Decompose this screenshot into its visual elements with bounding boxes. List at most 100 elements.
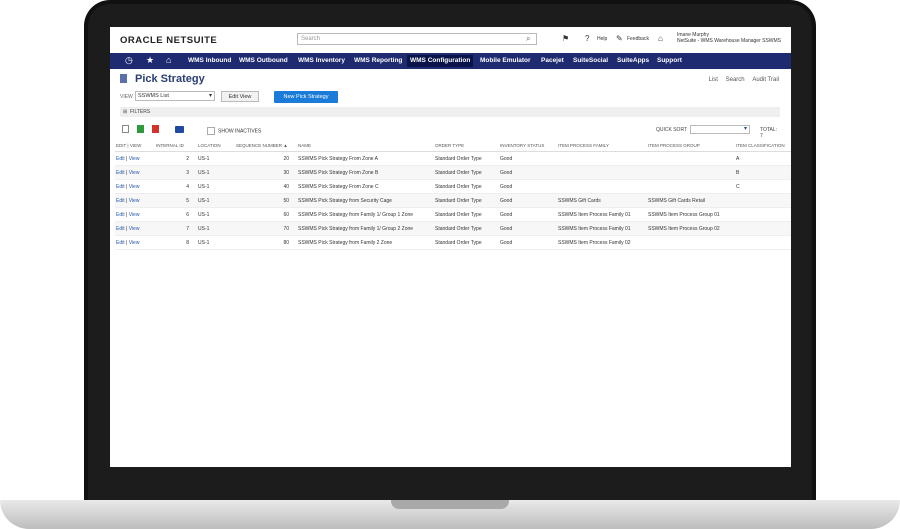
edit-view-cell: Edit | View: [115, 151, 155, 166]
view-link[interactable]: View: [129, 170, 140, 176]
nav-support[interactable]: Support: [657, 57, 682, 64]
recent-records-icon[interactable]: ⚑: [562, 34, 569, 43]
export-pdf-icon[interactable]: [152, 125, 159, 133]
checkbox-box: [207, 127, 215, 135]
item-process-group-cell: [647, 235, 735, 250]
edit-link[interactable]: Edit: [116, 198, 125, 204]
col-internal-id[interactable]: INTERNAL ID: [155, 139, 197, 152]
item-process-group-cell: SSWMS Item Process Group 01: [647, 207, 735, 222]
recent-icon[interactable]: ◷: [125, 55, 133, 66]
nav-mobile-emulator[interactable]: Mobile Emulator: [480, 57, 531, 64]
page-title: Pick Strategy: [135, 73, 205, 85]
list-toolbar: SHOW INACTIVES QUICK SORT ▾ TOTAL: 7: [120, 124, 780, 139]
item-process-family-cell: SSWMS Gift Cards: [557, 193, 647, 208]
nav-wms-configuration[interactable]: WMS Configuration: [407, 55, 474, 67]
col-location[interactable]: LOCATION: [197, 139, 235, 152]
sequence-number-cell: 30: [235, 165, 297, 180]
home-icon[interactable]: ⌂: [166, 55, 171, 65]
col-order-type[interactable]: ORDER TYPE: [434, 139, 499, 152]
edit-link[interactable]: Edit: [116, 156, 125, 162]
table-header-row: EDIT | VIEW INTERNAL ID LOCATION SEQUENC…: [115, 139, 791, 152]
name-cell: SSWMS Pick Strategy from Family 1/ Group…: [297, 221, 434, 236]
col-inventory-status[interactable]: INVENTORY STATUS: [499, 139, 557, 152]
col-sequence-number[interactable]: SEQUENCE NUMBER ▲: [235, 139, 297, 152]
help-link[interactable]: Help: [597, 36, 607, 42]
feedback-link[interactable]: Feedback: [627, 36, 649, 42]
name-cell: SSWMS Pick Strategy from Family 2 Zone: [297, 235, 434, 250]
favorites-star-icon[interactable]: ★: [146, 55, 154, 66]
export-csv-icon[interactable]: [137, 125, 144, 133]
new-document-icon[interactable]: [122, 125, 129, 133]
col-name[interactable]: NAME: [297, 139, 434, 152]
global-search-input[interactable]: Search: [297, 33, 537, 45]
page-record-icon: [120, 74, 127, 83]
nav-suitesocial[interactable]: SuiteSocial: [573, 57, 608, 64]
edit-view-cell: Edit | View: [115, 179, 155, 194]
view-link[interactable]: View: [129, 212, 140, 218]
col-item-process-family[interactable]: ITEM PROCESS FAMILY: [557, 139, 647, 152]
show-inactives-checkbox[interactable]: SHOW INACTIVES: [207, 127, 261, 135]
name-cell: SSWMS Pick Strategy From Zone A: [297, 151, 434, 166]
view-link[interactable]: View: [129, 240, 140, 246]
edit-view-button[interactable]: Edit View: [221, 91, 259, 102]
list-link[interactable]: List: [709, 77, 718, 83]
search-link[interactable]: Search: [726, 77, 745, 83]
order-type-cell: Standard Order Type: [434, 193, 499, 208]
edit-link[interactable]: Edit: [116, 240, 125, 246]
sequence-number-cell: 40: [235, 179, 297, 194]
filters-toggle[interactable]: ⊞ FILTERS: [120, 107, 780, 117]
chevron-down-icon: ▾: [208, 93, 212, 99]
item-classification-cell: C: [735, 179, 791, 194]
nav-wms-inbound[interactable]: WMS Inbound: [188, 57, 231, 64]
nav-wms-outbound[interactable]: WMS Outbound: [239, 57, 288, 64]
new-pick-strategy-button[interactable]: New Pick Strategy: [274, 91, 338, 103]
order-type-cell: Standard Order Type: [434, 207, 499, 222]
oracle-netsuite-logo[interactable]: ORACLE NETSUITE: [120, 35, 217, 46]
table-row: Edit | View 8 US-1 80 SSWMS Pick Strategy fr…: [115, 235, 791, 250]
inventory-status-cell: Good: [499, 221, 557, 236]
inventory-status-cell: Good: [499, 179, 557, 194]
user-menu[interactable]: Imane Murphy NetSuite - WMS Warehouse Ma…: [677, 32, 781, 44]
edit-link[interactable]: Edit: [116, 212, 125, 218]
print-icon[interactable]: [175, 126, 184, 133]
search-icon[interactable]: ⌕: [526, 34, 530, 44]
inventory-status-cell: Good: [499, 207, 557, 222]
view-link[interactable]: View: [129, 156, 140, 162]
edit-link[interactable]: Edit: [116, 184, 125, 190]
col-item-classification[interactable]: ITEM CLASSIFICATION: [735, 139, 791, 152]
main-nav: ◷ ★ ⌂ WMS Inbound WMS Outbound WMS Inven…: [110, 53, 791, 69]
order-type-cell: Standard Order Type: [434, 151, 499, 166]
quick-sort-label: QUICK SORT: [656, 127, 688, 133]
nav-wms-inventory[interactable]: WMS Inventory: [298, 57, 345, 64]
edit-link[interactable]: Edit: [116, 170, 125, 176]
sequence-number-cell: 50: [235, 193, 297, 208]
item-classification-cell: A: [735, 151, 791, 166]
edit-link[interactable]: Edit: [116, 226, 125, 232]
item-classification-cell: B: [735, 165, 791, 180]
audit-trail-link[interactable]: Audit Trail: [752, 77, 779, 83]
quick-sort-select[interactable]: ▾: [690, 125, 750, 134]
table-row: Edit | View 4 US-1 40 SSWMS Pick Strategy Fr…: [115, 179, 791, 194]
internal-id-cell: 2: [155, 151, 197, 166]
col-item-process-group[interactable]: ITEM PROCESS GROUP: [647, 139, 735, 152]
app-screen: ORACLE NETSUITE Search ⌕ ⚑ ? Help ✎ Feed…: [110, 27, 791, 467]
location-cell: US-1: [197, 193, 235, 208]
view-link[interactable]: View: [129, 198, 140, 204]
help-icon[interactable]: ?: [585, 34, 589, 43]
item-classification-cell: [735, 221, 791, 236]
user-avatar-icon[interactable]: ⌂: [658, 34, 663, 43]
nav-pacejet[interactable]: Pacejet: [541, 57, 564, 64]
nav-suiteapps[interactable]: SuiteApps: [617, 57, 649, 64]
view-select[interactable]: SSWMS List ▾: [135, 91, 215, 101]
name-cell: SSWMS Pick Strategy From Zone B: [297, 165, 434, 180]
logo-netsuite-text: NETSUITE: [166, 35, 218, 46]
view-link[interactable]: View: [129, 184, 140, 190]
view-label: VIEW: [120, 94, 133, 100]
internal-id-cell: 5: [155, 193, 197, 208]
view-link[interactable]: View: [129, 226, 140, 232]
inventory-status-cell: Good: [499, 235, 557, 250]
feedback-icon[interactable]: ✎: [616, 34, 623, 43]
nav-wms-reporting[interactable]: WMS Reporting: [354, 57, 402, 64]
view-select-value: SSWMS List: [138, 93, 169, 99]
item-classification-cell: [735, 235, 791, 250]
